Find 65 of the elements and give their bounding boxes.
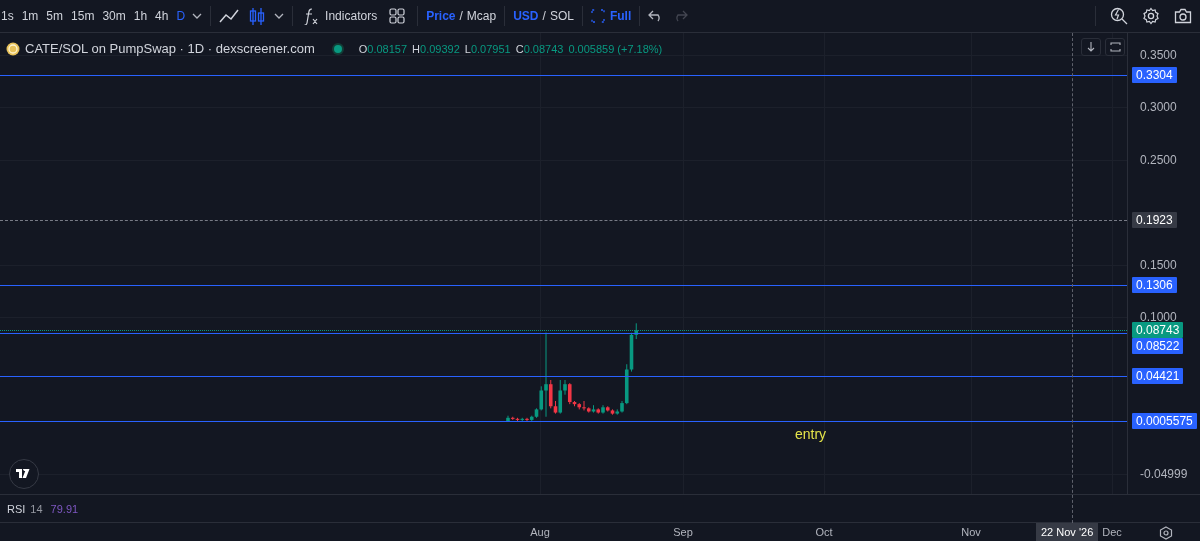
interval-button[interactable]: 30m [102, 9, 126, 23]
settings-icon[interactable] [1159, 526, 1173, 540]
time-tick: Sep [673, 526, 693, 538]
down-arrow-icon [1087, 42, 1095, 52]
separator-slash: / [459, 9, 463, 23]
ohlc-value: 0.09392 [420, 42, 460, 55]
toggle-option[interactable]: SOL [549, 9, 574, 23]
price-label: 0.0005575 [1132, 413, 1197, 430]
search-icon[interactable] [1110, 7, 1128, 25]
price-tick: 0.1000 [1140, 309, 1177, 325]
ohlc-value: 0.08157 [367, 42, 408, 55]
price-tick: -0.04999 [1140, 466, 1188, 483]
interval-button[interactable]: 4h [155, 9, 169, 23]
price-label: 0.08743 [1132, 322, 1184, 339]
interval-button[interactable]: 1h [133, 9, 148, 23]
fullscreen-button[interactable]: Full [590, 9, 632, 23]
indicator-name: RSI [7, 502, 26, 515]
price-tick: 0.1500 [1140, 256, 1177, 273]
ohlc-key: O [358, 42, 368, 55]
interval-button[interactable]: 15m [71, 9, 95, 23]
date-label: 22 Nov '26 [1036, 523, 1099, 541]
price-label: 0.1306 [1132, 276, 1177, 293]
ohlc-key: L [464, 42, 471, 55]
ohlc-key: C [515, 42, 524, 55]
interval-button[interactable]: 1s [1, 9, 14, 23]
settings-icon[interactable] [1142, 7, 1160, 25]
indicator-length: 14 [30, 502, 43, 515]
ohlc-key: H [412, 42, 420, 55]
time-tick: Oct [815, 526, 833, 538]
fit-icon [1109, 42, 1121, 52]
interval-button[interactable]: D [176, 9, 186, 23]
price-tick: 0.3000 [1140, 99, 1177, 115]
price-tick: 0.2500 [1140, 151, 1177, 168]
price-change: 0.005859 (+7.18%) [568, 42, 663, 55]
time-tick: Dec [1102, 526, 1122, 538]
fullscreen-icon [590, 9, 605, 23]
price-label: 0.3304 [1132, 67, 1177, 84]
time-tick: Aug [530, 526, 550, 538]
toggle-option[interactable]: Price [426, 9, 456, 23]
camera-icon[interactable] [1174, 8, 1192, 24]
annotation-text: entry [795, 426, 827, 442]
indicators-button[interactable]: Indicators [303, 7, 378, 25]
price-label: 0.04421 [1132, 367, 1184, 384]
indicator-value: 79.91 [50, 502, 79, 515]
status-dot [333, 44, 342, 53]
layout-grid-icon[interactable] [389, 8, 406, 24]
coin-icon [6, 41, 20, 56]
ohlc-value: 0.08743 [523, 42, 564, 55]
caret-icon[interactable] [192, 13, 203, 19]
toggle-option[interactable]: Mcap [466, 9, 497, 23]
separator-slash: / [542, 9, 546, 23]
price-label: 0.08522 [1132, 338, 1184, 355]
interval-button[interactable]: 1m [21, 9, 39, 23]
toggle-option[interactable]: USD [513, 9, 539, 23]
logo-badge[interactable] [9, 459, 39, 489]
symbol-title: CATE/SOL on PumpSwap · 1D · dexscreener.com [25, 41, 315, 56]
scroll-down-button[interactable] [1081, 38, 1101, 56]
price-label: 0.1923 [1132, 212, 1177, 229]
ohlc-value: 0.07951 [470, 42, 511, 55]
auto-fit-button[interactable] [1105, 38, 1125, 56]
time-tick: Nov [961, 526, 981, 538]
price-tick: 0.3500 [1140, 46, 1177, 63]
function-icon [303, 7, 320, 25]
interval-button[interactable]: 5m [46, 9, 64, 23]
caret-icon[interactable] [274, 13, 285, 19]
